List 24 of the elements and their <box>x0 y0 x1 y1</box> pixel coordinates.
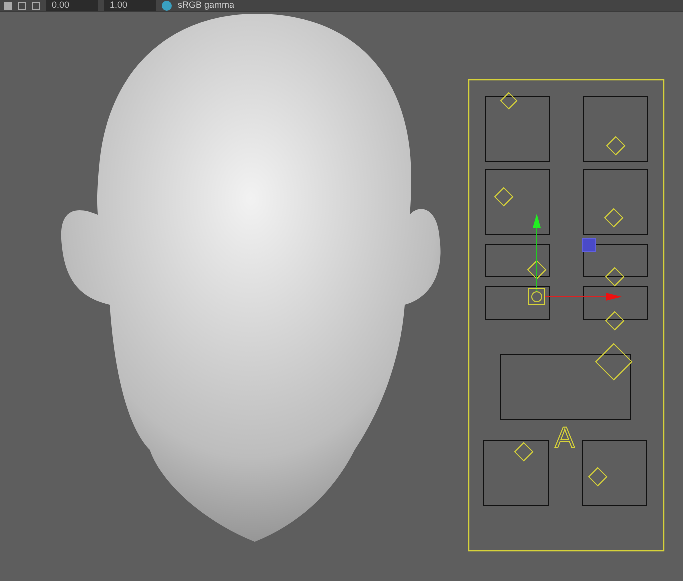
x-axis-arrow[interactable] <box>544 293 622 301</box>
control-box <box>486 96 550 162</box>
diamond-control[interactable] <box>605 267 625 287</box>
control-box <box>486 170 550 236</box>
color-space-label[interactable]: sRGB gamma <box>178 1 235 10</box>
diamond-control[interactable] <box>595 343 633 381</box>
control-box <box>486 244 550 278</box>
control-box <box>584 170 648 236</box>
rig-label: A <box>555 422 576 455</box>
z-axis-handle[interactable] <box>582 238 596 252</box>
y-axis-arrow[interactable] <box>533 214 541 292</box>
control-box <box>584 244 648 278</box>
diamond-control[interactable] <box>605 311 625 331</box>
control-box <box>582 440 648 506</box>
color-space-icon[interactable] <box>162 0 172 10</box>
move-handle[interactable] <box>528 288 546 306</box>
control-box <box>486 286 550 320</box>
value-field[interactable]: 1.00 <box>104 0 156 11</box>
value-field[interactable]: 0.00 <box>46 0 98 11</box>
control-box <box>584 286 648 320</box>
control-box <box>484 440 550 506</box>
diamond-control[interactable] <box>527 260 547 280</box>
diamond-control[interactable] <box>500 92 518 110</box>
control-box <box>584 96 648 162</box>
